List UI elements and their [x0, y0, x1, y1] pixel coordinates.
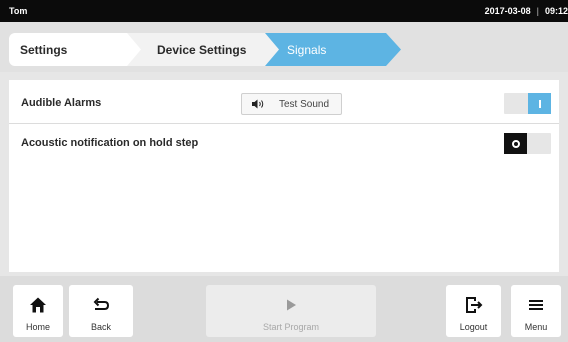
status-time: 09:12: [544, 6, 568, 16]
status-bar: Tom 2017-03-08 | 09:12: [0, 0, 568, 22]
signals-settings-screen: Tom 2017-03-08 | 09:12 Settings Device S…: [0, 0, 568, 342]
logout-button[interactable]: Logout: [446, 285, 501, 337]
menu-icon: [526, 295, 546, 315]
status-divider: |: [536, 6, 539, 16]
start-program-button[interactable]: Start Program: [206, 285, 376, 337]
audible-alarms-row: Audible Alarms Test Sound: [9, 84, 559, 122]
play-icon: [281, 295, 301, 315]
status-date: 2017-03-08: [484, 6, 531, 16]
breadcrumb-settings[interactable]: Settings: [9, 33, 145, 66]
bottom-navigation: Home Back Start Program Logout Menu: [0, 276, 568, 342]
date-time: 2017-03-08 | 09:12: [485, 6, 568, 16]
menu-label: Menu: [524, 322, 548, 332]
logout-icon: [464, 295, 484, 315]
breadcrumb: Settings Device Settings Signals: [0, 22, 568, 72]
settings-panel: Audible Alarms Test Sound Acoustic notif…: [9, 80, 559, 272]
home-button[interactable]: Home: [13, 285, 63, 337]
user-name: Tom: [9, 6, 28, 16]
test-sound-button[interactable]: Test Sound: [241, 93, 342, 115]
acoustic-notification-row: Acoustic notification on hold step: [9, 123, 559, 161]
back-button[interactable]: Back: [69, 285, 133, 337]
breadcrumb-signals: Signals: [265, 33, 401, 66]
menu-button[interactable]: Menu: [511, 285, 561, 337]
home-label: Home: [25, 322, 50, 332]
audible-alarms-toggle[interactable]: [504, 93, 551, 114]
logout-label: Logout: [459, 322, 488, 332]
start-program-label: Start Program: [262, 322, 320, 332]
audible-alarms-label: Audible Alarms: [21, 97, 102, 109]
test-sound-label: Test Sound: [279, 98, 330, 110]
acoustic-notification-toggle[interactable]: [504, 133, 551, 154]
back-arrow-icon: [91, 295, 111, 315]
speaker-icon: [251, 98, 265, 110]
home-icon: [28, 295, 48, 315]
toggle-off-knob: [504, 133, 527, 154]
acoustic-notification-label: Acoustic notification on hold step: [21, 136, 199, 149]
toggle-on-knob: [528, 93, 551, 114]
breadcrumb-device-settings[interactable]: Device Settings: [127, 33, 282, 66]
back-label: Back: [90, 322, 111, 332]
